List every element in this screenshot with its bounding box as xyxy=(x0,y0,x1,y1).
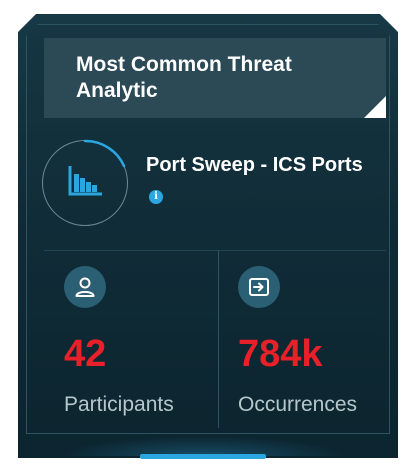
stats-divider xyxy=(218,250,219,428)
user-icon xyxy=(64,266,106,308)
sign-in-icon xyxy=(238,266,280,308)
card-header: Most Common Threat Analytic xyxy=(44,38,386,118)
occurrences-count: 784k xyxy=(238,333,323,375)
section-divider xyxy=(44,250,386,251)
participants-label: Participants xyxy=(64,393,174,416)
card-indicator-bar[interactable] xyxy=(140,454,266,459)
threat-name[interactable]: Port Sweep - ICS Ports i xyxy=(146,148,366,216)
bar-chart-icon xyxy=(68,166,102,196)
participants-count: 42 xyxy=(64,333,107,375)
threat-name-text: Port Sweep - ICS Ports xyxy=(146,154,363,176)
occurrences-label: Occurrences xyxy=(238,393,358,416)
corner-triangle-icon xyxy=(364,96,386,118)
bottom-glow xyxy=(60,436,346,456)
card-title: Most Common Threat Analytic xyxy=(76,53,292,102)
info-icon[interactable]: i xyxy=(149,190,163,204)
